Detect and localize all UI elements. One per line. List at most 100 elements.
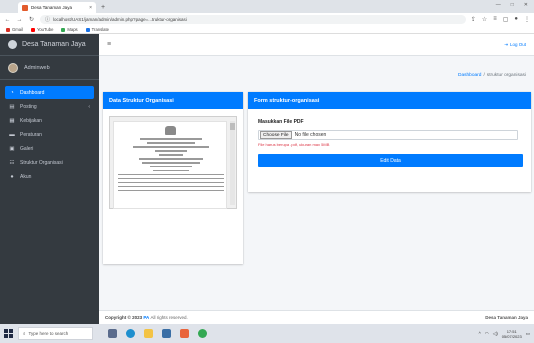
sidebar-item-label: Posting [20, 103, 37, 110]
store-icon[interactable] [162, 329, 171, 338]
profile-icon[interactable]: ● [514, 16, 518, 23]
card-title: Form struktur-organisasi [248, 92, 531, 109]
back-icon[interactable]: ← [4, 17, 11, 23]
file-input[interactable]: Choose File No file chosen [258, 130, 518, 140]
bookmark-maps[interactable]: Maps [61, 27, 78, 32]
share-icon[interactable]: ⇪ [471, 16, 476, 23]
volume-icon[interactable]: ◁) [493, 331, 498, 337]
file-icon: ▤ [9, 103, 15, 110]
url-text: localhost/UAS1/jaman/admin/admin.php?pag… [53, 17, 187, 22]
sidebar-icon[interactable]: ▢ [503, 16, 509, 23]
taskbar-search[interactable]: ⌕ Type here to search [18, 327, 93, 340]
edge-icon[interactable] [126, 329, 135, 338]
close-window-icon[interactable]: ✕ [524, 2, 528, 8]
footer: Copyright © 2023 PA All rights reserved.… [99, 310, 534, 324]
tray-expand-icon[interactable]: ^ [479, 331, 481, 336]
forward-icon[interactable]: → [16, 17, 23, 23]
avatar [8, 62, 18, 73]
logout-icon: ⇥ [504, 41, 508, 47]
system-tray: ^ ◠ ◁) 17:51 05/07/2023 ▭ [479, 329, 530, 339]
bookmark-translate[interactable]: Translate [85, 27, 109, 32]
sidebar-item-akun[interactable]: ● Akun [5, 170, 94, 183]
pdf-scrollbar[interactable] [230, 121, 235, 205]
maximize-icon[interactable]: □ [511, 2, 514, 8]
sidebar-nav: ◔ Dashboard ▤ Posting ‹ ▦ Kebijakan ▬ Pe… [0, 80, 99, 183]
hamburger-icon[interactable]: ≡ [107, 41, 111, 48]
footer-rights: All rights reserved. [150, 315, 188, 320]
brand-link[interactable]: Desa Tanaman Jaya [0, 34, 99, 56]
breadcrumb-separator: / [483, 73, 485, 78]
minimize-icon[interactable]: — [496, 2, 501, 8]
sidebar-item-label: Peraturan [20, 131, 42, 138]
sidebar-item-label: Dashboard [20, 89, 45, 96]
sidebar-item-struktur-organisasi[interactable]: ☷ Struktur Organisasi [5, 156, 94, 169]
chrome-icon[interactable] [198, 329, 207, 338]
sidebar-item-label: Struktur Organisasi [20, 159, 63, 166]
file-status: No file chosen [294, 132, 327, 138]
pdf-viewer[interactable] [109, 116, 237, 209]
doc-icon: ▬ [9, 131, 15, 138]
clock-date: 05/07/2023 [501, 333, 522, 339]
logout-link[interactable]: ⇥ Log Out [504, 42, 526, 48]
user-icon: ● [10, 173, 14, 180]
breadcrumb-home[interactable]: Dashboard [458, 73, 481, 78]
user-panel[interactable]: Adminweb [0, 56, 99, 80]
sidebar-item-posting[interactable]: ▤ Posting ‹ [5, 100, 94, 113]
edit-data-button[interactable]: Edit Data [258, 154, 523, 167]
sitemap-icon: ☷ [9, 159, 15, 166]
taskbar-clock[interactable]: 17:51 05/07/2023 [502, 329, 522, 339]
windows-start-icon[interactable] [4, 329, 13, 338]
form-body: Masukkan File PDF Choose File No file ch… [248, 109, 531, 167]
content-wrapper: Dashboard / struktur organisasi Data Str… [99, 56, 534, 310]
book-icon: ▦ [9, 117, 15, 124]
garuda-emblem-icon [165, 126, 176, 135]
file-explorer-icon[interactable] [144, 329, 153, 338]
sidebar-item-peraturan[interactable]: ▬ Peraturan [5, 128, 94, 141]
office-icon[interactable] [180, 329, 189, 338]
task-view-icon[interactable] [108, 329, 117, 338]
network-icon[interactable]: ◠ [485, 331, 489, 337]
browser-toolbar-icons: ⇪ ☆ ≡ ▢ ● ⋮ [471, 16, 530, 23]
taskbar-search-placeholder: Type here to search [28, 331, 69, 336]
menu-icon[interactable]: ⋮ [524, 16, 530, 23]
url-field[interactable]: ⓘ localhost/UAS1/jaman/admin/admin.php?p… [40, 15, 466, 24]
image-icon: ▣ [9, 145, 15, 152]
new-tab-button[interactable]: + [101, 2, 105, 13]
file-label: Masukkan File PDF [258, 119, 304, 125]
choose-file-button[interactable]: Choose File [260, 131, 292, 139]
tab-search-icon[interactable]: ≡ [493, 16, 497, 23]
star-icon[interactable]: ☆ [482, 16, 487, 23]
footer-link[interactable]: PA [143, 315, 149, 320]
maps-icon [61, 27, 66, 32]
gmail-icon [6, 27, 10, 32]
taskbar-apps [108, 329, 207, 338]
brand-text: Desa Tanaman Jaya [22, 41, 86, 48]
breadcrumb: Dashboard / struktur organisasi [458, 73, 526, 78]
pdf-scrollbar-thumb[interactable] [230, 123, 235, 130]
browser-tab[interactable]: Desa Tanaman Jaya × [18, 2, 96, 13]
notification-icon[interactable]: ▭ [526, 331, 530, 337]
bookmarks-bar: Gmail YouTube Maps Translate [0, 26, 534, 34]
sidebar-item-dashboard[interactable]: ◔ Dashboard [5, 86, 94, 99]
sidebar-item-kebijakan[interactable]: ▦ Kebijakan [5, 114, 94, 127]
logout-label: Log Out [509, 42, 526, 47]
browser-tabbar: Desa Tanaman Jaya × + — □ ✕ [0, 0, 534, 13]
tab-title: Desa Tanaman Jaya [31, 5, 72, 10]
tab-close-icon[interactable]: × [89, 5, 92, 11]
bookmark-youtube[interactable]: YouTube [30, 27, 53, 32]
sidebar-item-galeri[interactable]: ▣ Galeri [5, 142, 94, 155]
translate-icon [85, 27, 90, 32]
sidebar-item-label: Akun [20, 173, 32, 180]
pdf-page [113, 121, 227, 209]
bookmark-gmail[interactable]: Gmail [6, 27, 23, 32]
youtube-icon [30, 27, 35, 32]
site-info-icon[interactable]: ⓘ [45, 16, 50, 23]
window-controls: — □ ✕ [496, 2, 528, 8]
search-icon: ⌕ [23, 331, 26, 336]
form-card: Form struktur-organisasi Masukkan File P… [248, 92, 531, 192]
chevron-left-icon: ‹ [88, 103, 90, 110]
address-bar: ← → ↻ ⓘ localhost/UAS1/jaman/admin/admin… [0, 13, 534, 26]
brand-logo-icon [8, 40, 17, 49]
reload-icon[interactable]: ↻ [28, 16, 35, 23]
site-favicon-icon [22, 4, 28, 11]
